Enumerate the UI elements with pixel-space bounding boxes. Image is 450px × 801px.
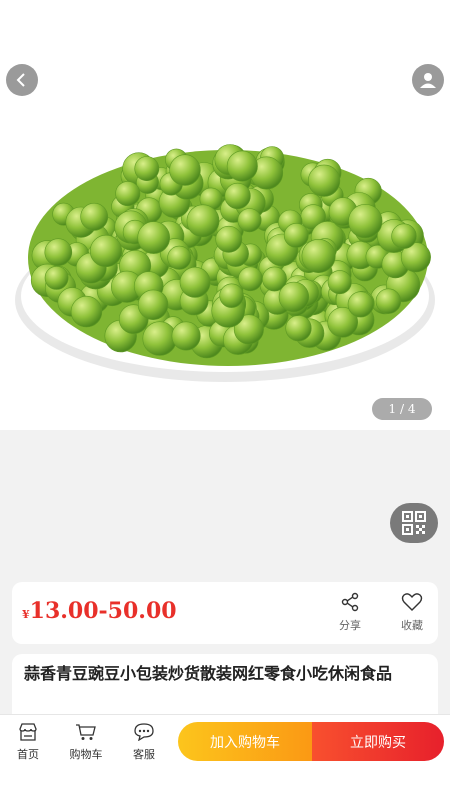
qr-code-button[interactable] [390, 503, 438, 543]
share-button[interactable]: 分享 [326, 592, 374, 633]
product-image-carousel[interactable]: 1 / 4 [0, 0, 450, 430]
cart-icon [76, 724, 96, 740]
price-card: ¥13.00-50.00 分享 收藏 [12, 582, 438, 644]
tab-home[interactable]: 首页 [0, 723, 56, 762]
chat-icon [134, 723, 154, 742]
tab-cart[interactable]: 购物车 [58, 723, 114, 762]
image-counter: 1 / 4 [372, 398, 432, 420]
chevron-left-icon [16, 73, 25, 87]
product-image [15, 144, 435, 382]
buy-now-button[interactable]: 立即购买 [312, 722, 444, 761]
heart-icon [401, 593, 423, 611]
favorite-label: 收藏 [401, 619, 423, 632]
product-title: 蒜香青豆豌豆小包装炒货散装网红零食小吃休闲食品 [24, 664, 393, 683]
back-button[interactable] [6, 64, 38, 96]
favorite-button[interactable]: 收藏 [388, 592, 436, 633]
qr-code-icon [402, 511, 426, 535]
price-range: 13.00-50.00 [29, 598, 177, 624]
add-to-cart-button[interactable]: 加入购物车 [178, 722, 312, 761]
home-label: 首页 [17, 748, 39, 761]
tab-service[interactable]: 客服 [116, 723, 172, 762]
store-icon [19, 723, 37, 741]
service-label: 客服 [133, 748, 155, 761]
currency-symbol: ¥ [22, 608, 30, 621]
share-label: 分享 [339, 619, 361, 632]
bottom-action-bar: 首页 购物车 客服 加入购物车 立即购买 [0, 714, 450, 801]
share-icon [341, 592, 359, 612]
user-icon [420, 73, 436, 88]
user-button[interactable] [412, 64, 444, 96]
product-price: ¥13.00-50.00 [22, 598, 177, 624]
cart-label: 购物车 [69, 748, 103, 761]
